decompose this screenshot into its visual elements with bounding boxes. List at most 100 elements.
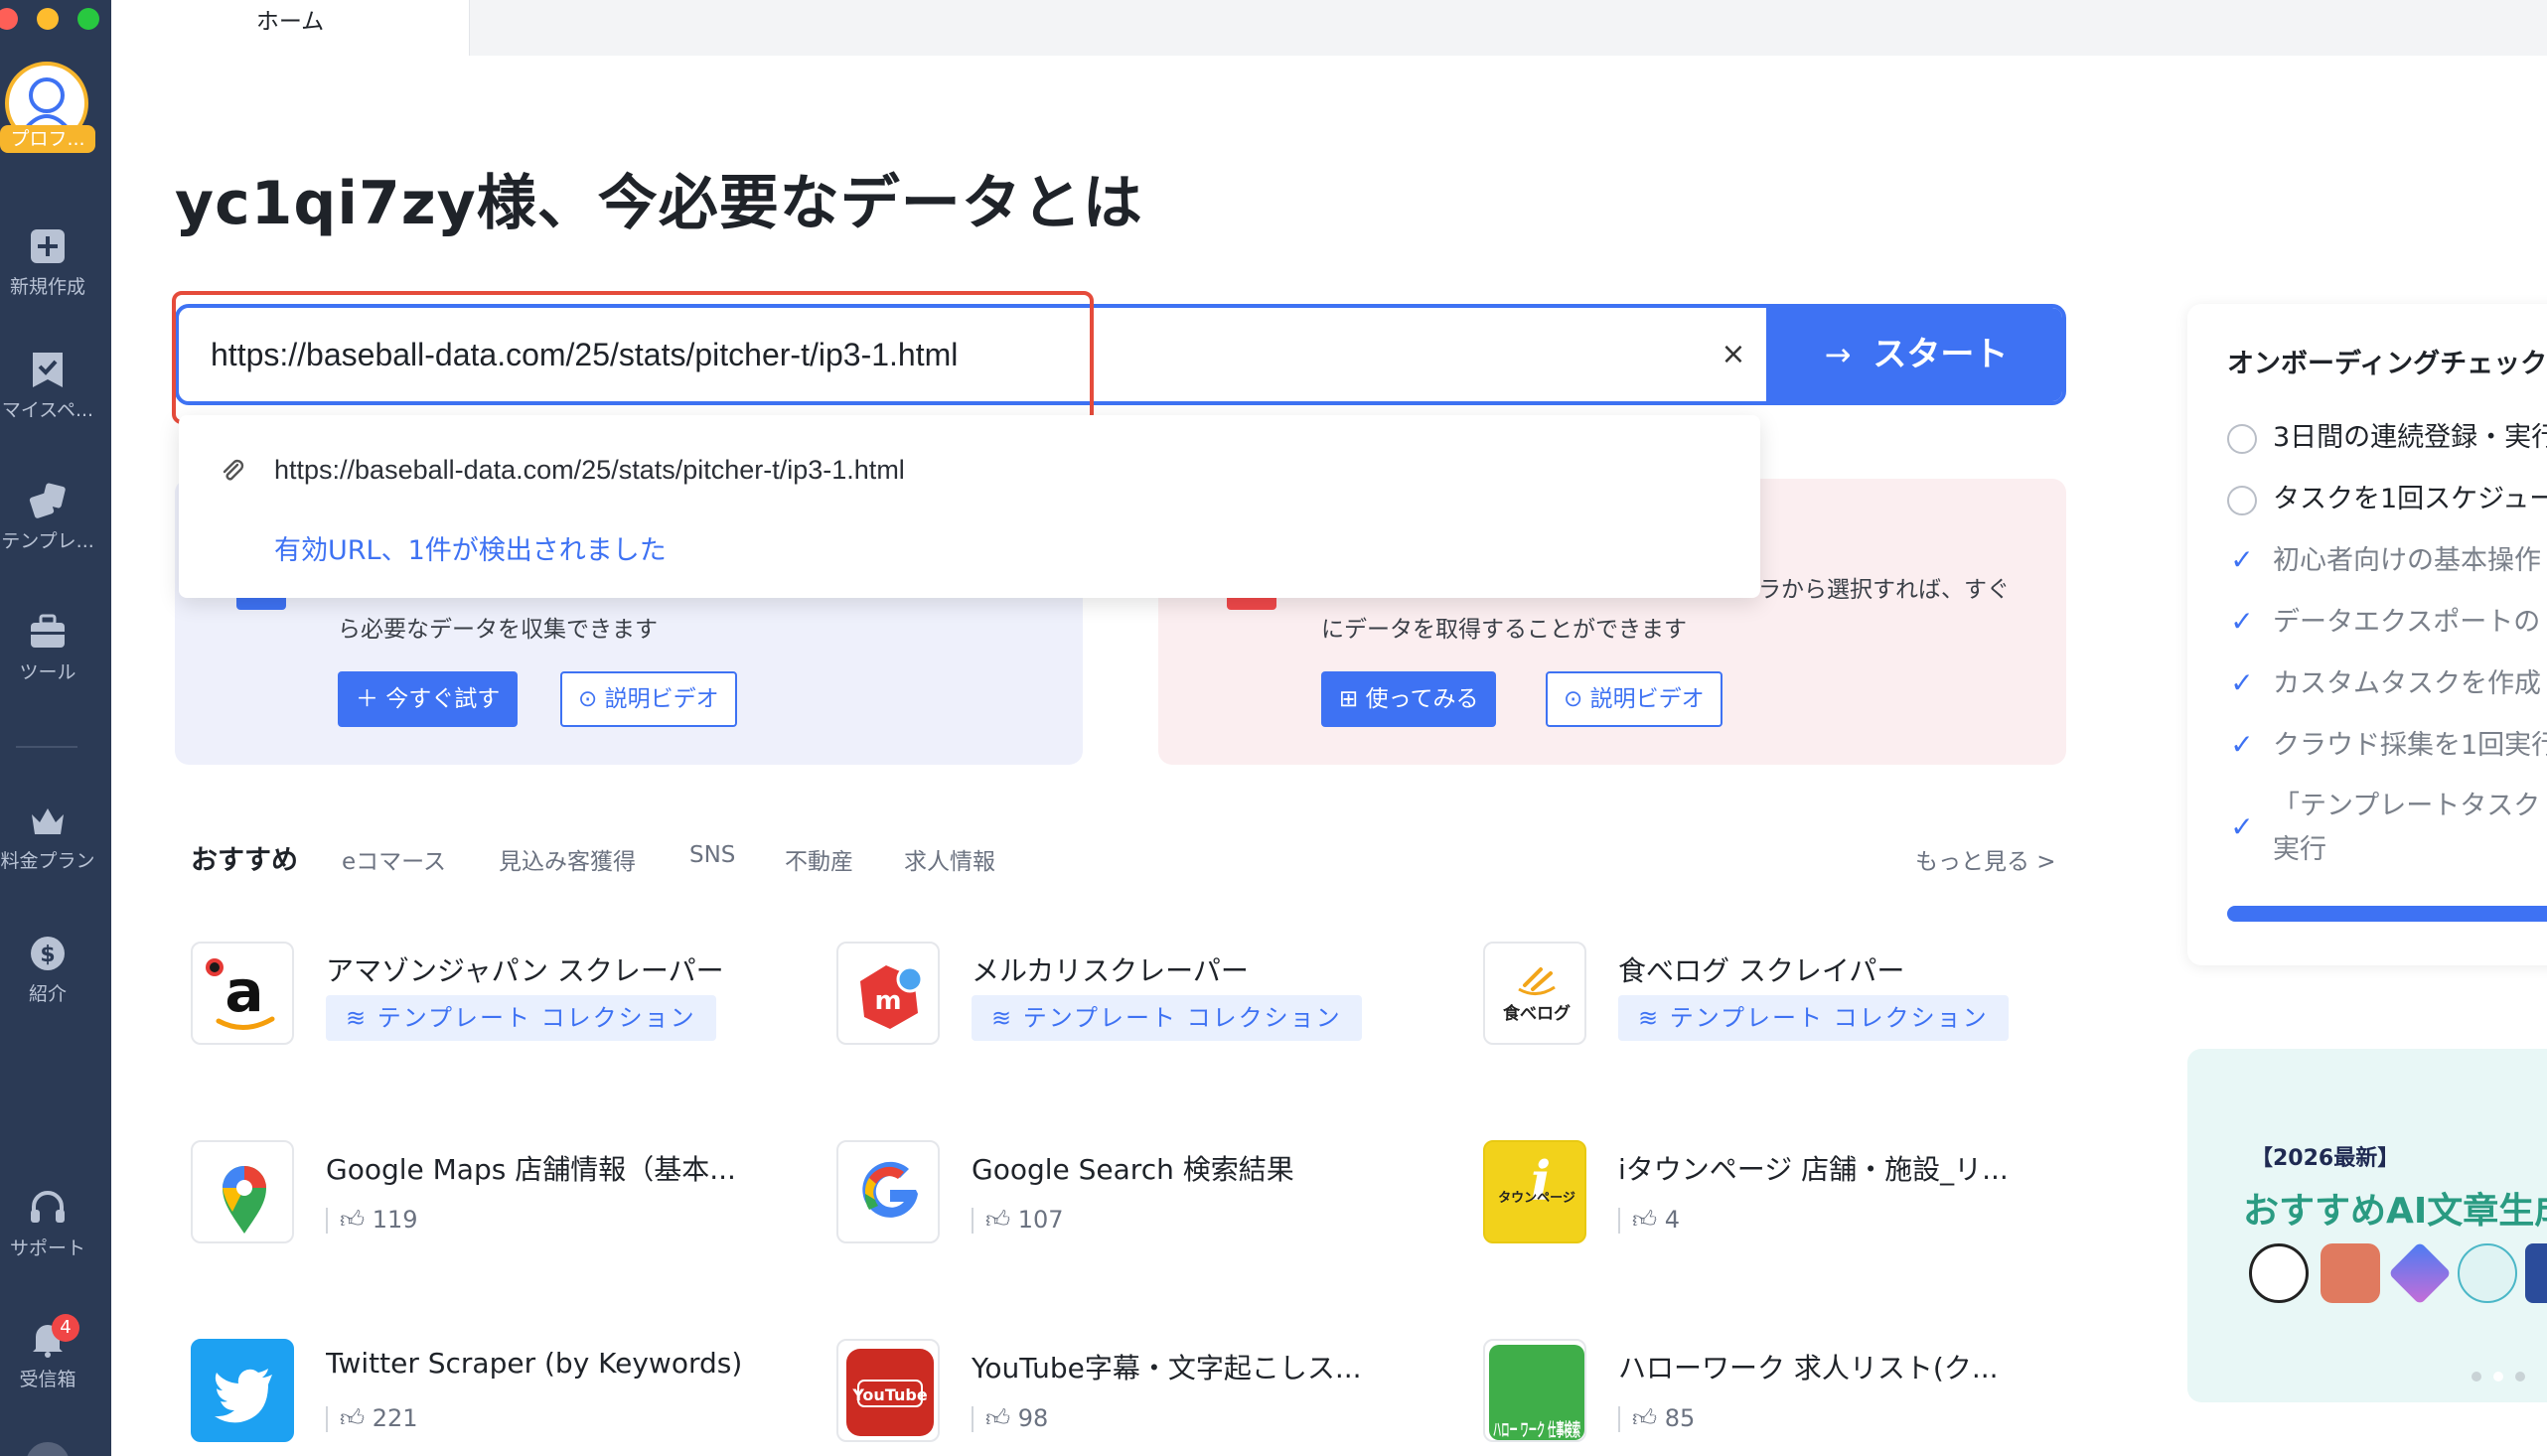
template-card[interactable]: YouTube YouTube字幕・文字起こしス... 👍︎ 98 bbox=[836, 1339, 1432, 1448]
sidebar-item-inbox[interactable]: 受信箱 bbox=[0, 1319, 95, 1391]
likes-count: 85 bbox=[1664, 1404, 1696, 1432]
clear-icon[interactable]: × bbox=[1711, 332, 1756, 377]
category-tab-lead-generation[interactable]: 見込み客獲得 bbox=[499, 842, 636, 876]
category-tab-real-estate[interactable]: 不動産 bbox=[785, 842, 853, 876]
onboarding-item-label-line2: 実行 bbox=[2273, 834, 2326, 865]
template-likes: 👍︎ 107 bbox=[972, 1206, 1064, 1235]
claude-logo-icon bbox=[2321, 1243, 2380, 1303]
onboarding-item-cloud-run: ✓ クラウド採集を1回実行 bbox=[2227, 723, 2547, 762]
suggested-url[interactable]: https://baseball-data.com/25/stats/pitch… bbox=[274, 455, 905, 486]
layers-icon: ≋ bbox=[1638, 1004, 1670, 1032]
category-tab-recommended[interactable]: おすすめ bbox=[191, 838, 298, 877]
category-tab-sns[interactable]: SNS bbox=[689, 842, 735, 868]
link-clip-icon bbox=[223, 459, 244, 481]
template-likes: 👍︎ 119 bbox=[326, 1206, 418, 1235]
tab-home[interactable]: ホーム bbox=[111, 0, 469, 56]
carousel-dot[interactable] bbox=[2472, 1372, 2481, 1382]
try-now-button[interactable]: ＋ 今すぐ試す bbox=[338, 671, 519, 727]
custom-video-label: 説明ビデオ bbox=[604, 686, 719, 712]
template-name: YouTube字幕・文字起こしス... bbox=[972, 1352, 1362, 1384]
start-button[interactable]: → スタート bbox=[1766, 308, 2062, 401]
template-name: Twitter Scraper (by Keywords) bbox=[326, 1347, 743, 1380]
sidebar-item-tools[interactable]: ツール bbox=[0, 612, 95, 684]
sidebar-item-label: 紹介 bbox=[28, 983, 67, 1005]
template-name: 食べログ スクレイパー bbox=[1618, 954, 1905, 987]
template-collection-label: テンプレート コレクション bbox=[1022, 1004, 1342, 1032]
window-close-button[interactable] bbox=[0, 8, 18, 30]
use-template-button[interactable]: ⊞ 使ってみる bbox=[1321, 671, 1497, 727]
sidebar-item-new[interactable]: 新規作成 bbox=[0, 226, 95, 299]
onboarding-item-schedule[interactable]: タスクを1回スケジュール bbox=[2227, 477, 2547, 515]
template-card[interactable]: Google Maps 店舗情報（基本... 👍︎ 119 bbox=[191, 1140, 787, 1249]
sidebar-item-referral[interactable]: $ 紹介 bbox=[0, 934, 95, 1006]
youtube-logo-icon: YouTube bbox=[836, 1339, 940, 1442]
category-tab-ecommerce[interactable]: eコマース bbox=[342, 842, 446, 876]
url-search-bar: × → スタート bbox=[175, 304, 2066, 405]
template-video-label: 説明ビデオ bbox=[1589, 686, 1705, 712]
svg-text:m: m bbox=[874, 986, 901, 1016]
profile-label[interactable]: プロフ... bbox=[0, 125, 95, 153]
carousel-dot-active[interactable] bbox=[2493, 1372, 2503, 1382]
window-minimize-button[interactable] bbox=[37, 8, 59, 30]
template-likes: 👍︎ 98 bbox=[972, 1404, 1048, 1433]
url-input[interactable] bbox=[179, 308, 1766, 401]
onboarding-item-basics: ✓ 初心者向けの基本操作 bbox=[2227, 538, 2541, 577]
template-card[interactable]: Twitter Scraper (by Keywords) 👍︎ 221 bbox=[191, 1339, 787, 1448]
likes-count: 4 bbox=[1664, 1206, 1680, 1234]
onboarding-item-template-task: ✓ 「テンプレートタスク 実行 bbox=[2227, 785, 2540, 872]
sidebar-item-label: サポート bbox=[9, 1238, 85, 1259]
likes-count: 119 bbox=[372, 1206, 418, 1234]
layers-icon: ≋ bbox=[991, 1004, 1023, 1032]
onboarding-item-custom-task: ✓ カスタムタスクを作成 bbox=[2227, 661, 2541, 700]
google-logo-icon bbox=[836, 1140, 940, 1243]
window-zoom-button[interactable] bbox=[77, 8, 99, 30]
banner-title: おすすめAI文章生成 bbox=[2243, 1191, 2547, 1232]
gemini-logo-icon bbox=[2388, 1241, 2452, 1305]
thumbs-up-icon: 👍︎ bbox=[1632, 1206, 1665, 1234]
onboarding-item-label: 「テンプレートタスク bbox=[2273, 791, 2541, 821]
grid-icon: ⊞ bbox=[1339, 686, 1366, 712]
template-card[interactable]: i タウンページ iタウンページ 店舗・施設_リ... 👍︎ 4 bbox=[1483, 1140, 2079, 1249]
check-icon: ✓ bbox=[2230, 543, 2254, 576]
template-card[interactable]: a アマゾンジャパン スクレーパー ≋ テンプレート コレクション bbox=[191, 942, 787, 1051]
see-more-link[interactable]: もっと見る > bbox=[1915, 842, 2056, 876]
layers-icon: ≋ bbox=[346, 1004, 377, 1032]
onboarding-item-label: データエクスポートの bbox=[2273, 607, 2541, 638]
template-video-button[interactable]: ⊙ 説明ビデオ bbox=[1546, 671, 1723, 727]
sidebar-item-templates[interactable]: テンプレ... bbox=[0, 481, 95, 553]
template-card[interactable]: ハロー ワーク 仕事検索 ハローワーク 求人リスト(ク... 👍︎ 85 bbox=[1483, 1339, 2079, 1448]
carousel-dot[interactable] bbox=[2515, 1372, 2525, 1382]
sidebar-item-label: ツール bbox=[19, 661, 76, 683]
onboarding-item-login-streak[interactable]: 3日間の連続登録・実行 bbox=[2227, 415, 2547, 454]
sidebar-item-label: 新規作成 bbox=[9, 276, 85, 298]
template-card[interactable]: 食べログ 食べログ スクレイパー ≋ テンプレート コレクション bbox=[1483, 942, 2079, 1051]
category-tab-jobs[interactable]: 求人情報 bbox=[904, 842, 995, 876]
play-circle-icon: ⊙ bbox=[578, 686, 605, 712]
promo-banner[interactable]: 【2026最新】 おすすめAI文章生成 bbox=[2187, 1049, 2547, 1402]
sidebar-bottom-avatar[interactable] bbox=[26, 1442, 70, 1456]
template-icon bbox=[29, 483, 66, 518]
carousel-dots[interactable] bbox=[2472, 1367, 2537, 1385]
google-maps-logo-icon bbox=[191, 1140, 294, 1243]
url-detected-status: 有効URL、1件が検出されました bbox=[274, 535, 667, 566]
sidebar-item-label: 受信箱 bbox=[19, 1369, 76, 1390]
sidebar-item-label: テンプレ... bbox=[1, 530, 94, 552]
headset-icon bbox=[31, 1191, 65, 1223]
sidebar-item-support[interactable]: サポート bbox=[0, 1188, 95, 1260]
custom-video-button[interactable]: ⊙ 説明ビデオ bbox=[560, 671, 737, 727]
svg-text:a: a bbox=[225, 957, 263, 1025]
thumbs-up-icon: 👍︎ bbox=[340, 1404, 373, 1432]
likes-count: 221 bbox=[372, 1404, 418, 1432]
check-icon: ✓ bbox=[2230, 810, 2254, 843]
template-collection-badge: ≋ テンプレート コレクション bbox=[1618, 995, 2009, 1041]
onboarding-checklist: オンボーディングチェック 3日間の連続登録・実行 タスクを1回スケジュール ✓ 初… bbox=[2187, 304, 2547, 965]
template-card[interactable]: Google Search 検索結果 👍︎ 107 bbox=[836, 1140, 1432, 1249]
template-card[interactable]: m メルカリスクレーパー ≋ テンプレート コレクション bbox=[836, 942, 1432, 1051]
sidebar-item-pricing[interactable]: 料金プラン bbox=[0, 801, 95, 873]
likes-count: 107 bbox=[1017, 1206, 1064, 1234]
sidebar-item-myspace[interactable]: マイスペ... bbox=[0, 350, 95, 422]
sidebar-item-label: 料金プラン bbox=[0, 850, 95, 872]
template-name: iタウンページ 店舗・施設_リ... bbox=[1618, 1153, 2009, 1186]
unchecked-circle-icon bbox=[2227, 423, 2257, 454]
onboarding-item-label: カスタムタスクを作成 bbox=[2273, 668, 2541, 699]
